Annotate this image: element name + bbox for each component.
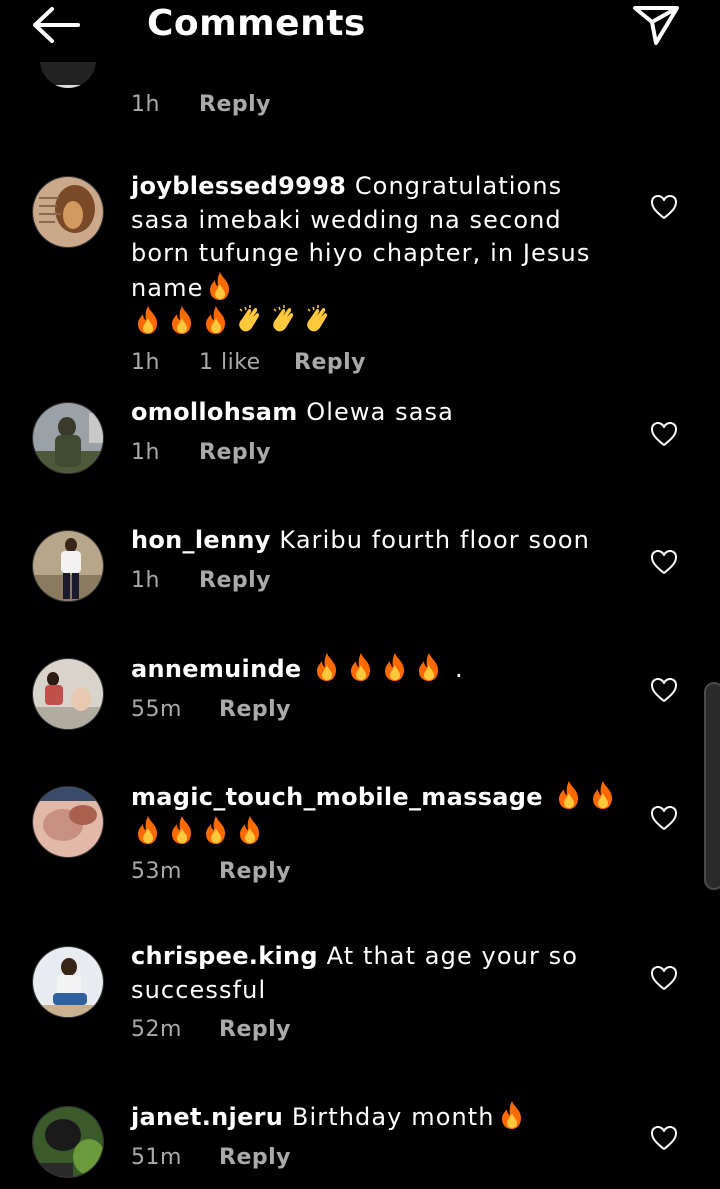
fire-emoji-icon [203, 305, 229, 335]
comment-time: 1h [131, 439, 160, 465]
clapping-hands-emoji-icon [236, 305, 264, 335]
comment-text: hon_lenny Karibu fourth floor soon [131, 524, 631, 558]
comment-text: chrispee.king At that age your so succes… [131, 940, 601, 1007]
fire-emoji-icon [348, 652, 374, 682]
comment-time: 55m [131, 696, 182, 722]
comment-text: omollohsam Olewa sasa [131, 396, 631, 430]
comment-time: 1h [131, 567, 160, 593]
heart-icon[interactable] [650, 805, 678, 831]
comment-meta: 1h Reply [131, 566, 631, 596]
avatar[interactable] [32, 786, 104, 858]
comment-meta: 55m Reply [131, 695, 631, 725]
comment-text: magic_touch_mobile_massage [131, 780, 631, 849]
fire-emoji-icon [207, 271, 233, 301]
heart-icon[interactable] [650, 965, 678, 991]
clapping-hands-emoji-icon [304, 305, 332, 335]
comment-username[interactable]: annemuinde [131, 655, 302, 683]
reply-button[interactable]: Reply [219, 1143, 291, 1173]
fire-emoji-icon [314, 652, 340, 682]
comment-body: Birthday month [291, 1103, 495, 1131]
heart-icon[interactable] [650, 1125, 678, 1151]
comment-username[interactable]: joyblessed9998 [131, 172, 346, 200]
fire-emoji-icon [169, 815, 195, 845]
reply-button[interactable]: Reply [199, 566, 271, 596]
avatar[interactable] [32, 176, 104, 248]
reply-button[interactable]: Reply [219, 695, 291, 725]
comment-meta: 1h Reply [131, 90, 271, 120]
avatar[interactable] [32, 530, 104, 602]
avatar[interactable] [32, 658, 104, 730]
page-title: Comments [147, 3, 366, 44]
comment-meta: 53m Reply [131, 857, 631, 887]
fire-emoji-icon [237, 815, 263, 845]
comment-username[interactable]: janet.njeru [131, 1103, 283, 1131]
reply-button[interactable]: Reply [219, 1015, 291, 1045]
back-arrow-icon[interactable] [30, 6, 82, 44]
fire-emoji-icon [135, 305, 161, 335]
comment-username[interactable]: chrispee.king [131, 942, 318, 970]
reply-button[interactable]: Reply [199, 92, 271, 117]
comment-meta: 52m Reply [131, 1015, 601, 1045]
fire-emoji-icon [203, 815, 229, 845]
fire-emoji-icon [135, 815, 161, 845]
comment-meta: 1h Reply [131, 438, 631, 468]
comment-username[interactable]: omollohsam [131, 398, 298, 426]
header: Comments [0, 0, 720, 62]
scrollbar[interactable] [704, 682, 720, 890]
fire-emoji-icon [416, 652, 442, 682]
comment-body: . [454, 655, 464, 683]
comment-meta: 51m Reply [131, 1143, 631, 1173]
reply-button[interactable]: Reply [294, 348, 366, 378]
heart-icon[interactable] [650, 549, 678, 575]
likes-count[interactable]: 1 like [199, 348, 294, 378]
heart-icon[interactable] [650, 677, 678, 703]
avatar[interactable] [32, 946, 104, 1018]
comment-text: annemuinde . [131, 652, 631, 687]
send-icon[interactable] [630, 2, 682, 46]
heart-icon[interactable] [650, 421, 678, 447]
fire-emoji-icon [590, 780, 616, 810]
comment-meta: 1h 1 like Reply [131, 348, 626, 378]
fire-emoji-icon [556, 780, 582, 810]
comment-text: janet.njeru Birthday month [131, 1100, 631, 1135]
avatar[interactable] [32, 402, 104, 474]
comment-time: 53m [131, 859, 182, 884]
clapping-hands-emoji-icon [270, 305, 298, 335]
comment-time: 52m [131, 1017, 182, 1042]
comment-body: Karibu fourth floor soon [279, 526, 590, 554]
fire-emoji-icon [169, 305, 195, 335]
comment-body: Olewa sasa [306, 398, 454, 426]
comment-time: 1h [131, 92, 160, 117]
fire-emoji-icon [382, 652, 408, 682]
reply-button[interactable]: Reply [219, 857, 291, 887]
fire-emoji-icon [499, 1100, 525, 1130]
comment-time: 1h [131, 349, 160, 375]
heart-icon[interactable] [650, 194, 678, 220]
comment-username[interactable]: magic_touch_mobile_massage [131, 783, 543, 811]
comment-username[interactable]: hon_lenny [131, 526, 271, 554]
comment-text: joyblessed9998 Congratulations sasa imeb… [131, 170, 626, 340]
avatar[interactable] [32, 1106, 104, 1178]
reply-button[interactable]: Reply [199, 438, 271, 468]
comment-time: 51m [131, 1144, 182, 1170]
